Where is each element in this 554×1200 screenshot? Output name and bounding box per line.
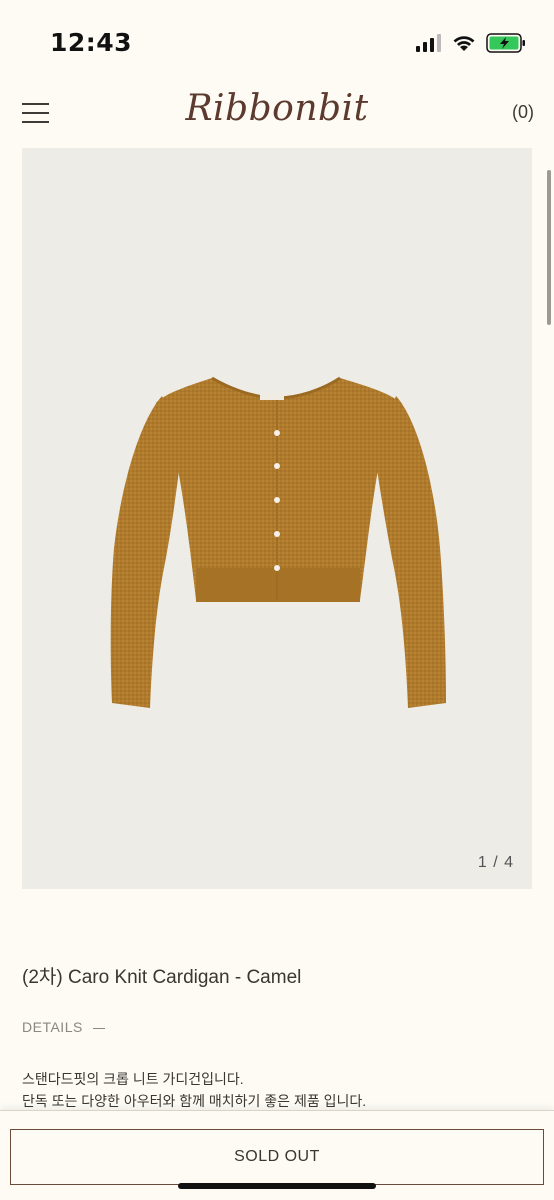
site-header: Ribbonbit (0) bbox=[0, 80, 554, 146]
scrollbar[interactable] bbox=[547, 170, 551, 325]
product-image-gallery[interactable]: 1 / 4 bbox=[22, 148, 532, 889]
product-description: 스탠다드핏의 크롭 니트 가디건입니다. 단독 또는 다양한 아우터와 함께 매… bbox=[22, 1068, 366, 1112]
signal-icon bbox=[416, 34, 441, 52]
collapse-icon bbox=[92, 1027, 105, 1029]
battery-icon bbox=[486, 33, 525, 53]
status-icons bbox=[416, 33, 526, 53]
wifi-icon bbox=[453, 36, 475, 51]
description-line: 단독 또는 다양한 아우터와 함께 매치하기 좋은 제품 입니다. bbox=[22, 1093, 367, 1109]
sold-out-button[interactable]: SOLD OUT bbox=[10, 1129, 544, 1185]
product-title: (2차) Caro Knit Cardigan - Camel bbox=[22, 967, 302, 988]
status-time: 12:43 bbox=[50, 28, 133, 57]
cart-button[interactable]: (0) bbox=[512, 102, 534, 123]
cardigan-image bbox=[110, 376, 446, 708]
details-toggle[interactable]: DETAILS bbox=[22, 1019, 105, 1035]
brand-logo[interactable]: Ribbonbit bbox=[0, 88, 554, 129]
home-indicator[interactable] bbox=[178, 1183, 376, 1189]
description-line: 스탠다드핏의 크롭 니트 가디건입니다. bbox=[22, 1071, 244, 1087]
image-counter: 1 / 4 bbox=[477, 854, 514, 871]
status-bar: 12:43 bbox=[0, 0, 554, 80]
details-label: DETAILS bbox=[22, 1019, 83, 1035]
